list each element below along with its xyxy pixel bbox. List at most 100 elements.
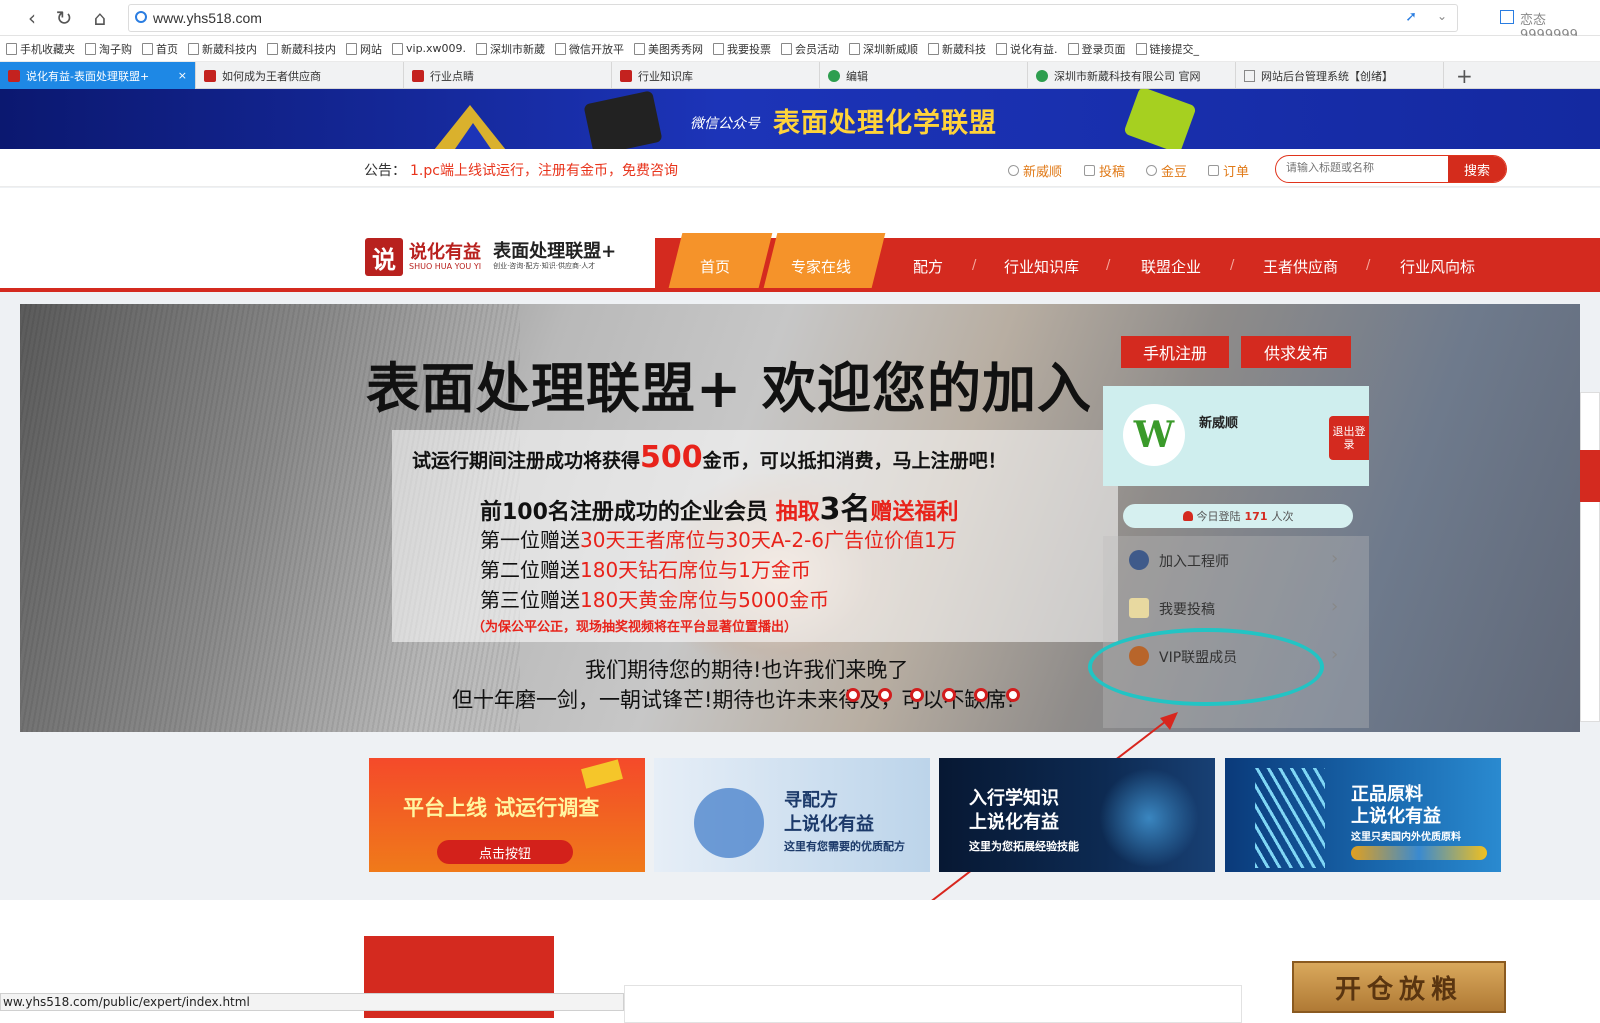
bookmark-label: 微信开放平 xyxy=(569,42,625,56)
promo-line-2c: 3名 xyxy=(819,492,871,527)
triangle-inner-decoration xyxy=(455,123,491,149)
tab-3[interactable]: 行业点睛 xyxy=(404,62,612,89)
bookmark-label: 会员活动 xyxy=(795,42,840,56)
side-float-highlight[interactable] xyxy=(1580,450,1600,502)
bookmark-icon xyxy=(781,42,793,55)
mobile-register-button[interactable]: 手机注册 xyxy=(1121,336,1229,368)
bookmark-item[interactable]: 新葳科技内 xyxy=(267,41,336,57)
tab-label: 深圳市新葳科技有限公司 官网 xyxy=(1054,69,1201,83)
nav-formula[interactable]: 配方 xyxy=(913,256,943,277)
top-banner[interactable]: 微信公众号 表面处理化学联盟 xyxy=(0,89,1600,149)
bookmark-item[interactable]: 网站 xyxy=(346,41,382,57)
ad-materials-line3: 这里只卖国内外优质原料 xyxy=(1351,832,1461,843)
address-bar: ‹ ↻ ⌂ www.yhs518.com ➚ ⌄ 恋态9999999 xyxy=(0,0,1600,43)
bookmark-label: 新葳科技内 xyxy=(281,42,336,56)
nav-companies[interactable]: 联盟企业 xyxy=(1141,256,1201,277)
tab-4[interactable]: 行业知识库 xyxy=(612,62,820,89)
search-box: 搜索 xyxy=(1275,155,1507,183)
bookmark-item[interactable]: 会员活动 xyxy=(781,41,839,57)
coin-link[interactable]: 金豆 xyxy=(1146,161,1187,180)
submit-link[interactable]: 投稿 xyxy=(1084,161,1125,180)
bookmark-item[interactable]: 淘子购 xyxy=(85,41,132,57)
site-favicon-icon xyxy=(8,69,20,82)
nav-expert-online[interactable]: 专家在线 xyxy=(791,256,851,277)
search-button[interactable]: 搜索 xyxy=(1448,156,1506,182)
bookmark-item[interactable]: 新葳科技内 xyxy=(188,41,257,57)
bookmark-item[interactable]: 深圳新威顺 xyxy=(849,41,918,57)
tab-label: 行业知识库 xyxy=(638,69,693,83)
promo-line-3a: 第一位赠送 xyxy=(480,528,580,552)
ad-formula[interactable]: 寻配方 上说化有益 这里有您需要的优质配方 xyxy=(654,758,930,872)
promo-line-2a: 前100名注册成功的企业会员 xyxy=(480,500,776,525)
promo-line-4b: 180天钻石席位与1万金币 xyxy=(580,558,811,582)
bookmark-item[interactable]: vip.xw009. xyxy=(392,42,466,55)
bookmark-label: 手机收藏夹 xyxy=(20,42,75,56)
publish-demand-button[interactable]: 供求发布 xyxy=(1241,336,1351,368)
user-link-label: 新威顺 xyxy=(1023,165,1063,180)
chevron-right-icon: › xyxy=(1331,644,1339,665)
avatar[interactable]: W xyxy=(1123,404,1185,466)
user-link[interactable]: 新威顺 xyxy=(1008,161,1062,180)
join-engineer-link[interactable]: 加入工程师 xyxy=(1159,551,1229,571)
tab-6[interactable]: 深圳市新葳科技有限公司 官网 xyxy=(1028,62,1236,89)
ad-materials[interactable]: 正品原料 上说化有益 这里只卖国内外优质原料 xyxy=(1225,758,1501,872)
tab-5[interactable]: 编辑 xyxy=(820,62,1028,89)
bookmark-item[interactable]: 手机收藏夹 xyxy=(6,41,75,57)
submit-link-label: 投稿 xyxy=(1099,165,1126,180)
kaicang-banner[interactable]: 开仓放粮 xyxy=(1292,961,1506,1013)
order-link[interactable]: 订单 xyxy=(1208,161,1249,180)
side-float-bar[interactable] xyxy=(1580,392,1600,722)
username[interactable]: 新威顺 xyxy=(1199,412,1238,431)
refresh-icon[interactable]: ↻ xyxy=(52,6,76,30)
home-icon[interactable]: ⌂ xyxy=(88,6,112,30)
slide-dot-1[interactable] xyxy=(846,688,860,702)
ad-survey[interactable]: 平台上线 试运行调查 点击按钮 xyxy=(369,758,645,872)
bookmark-item[interactable]: 美图秀秀网 xyxy=(634,41,703,57)
order-icon xyxy=(1208,165,1219,176)
bookmark-item[interactable]: 新葳科技 xyxy=(928,41,986,57)
bookmark-item[interactable]: 登录页面 xyxy=(1067,41,1126,57)
bookmark-label: 深圳新威顺 xyxy=(863,42,919,56)
promo-line-1a: 试运行期间注册成功将获得 xyxy=(412,450,641,472)
bookmark-item[interactable]: 深圳市新葳 xyxy=(476,41,545,57)
logo-name: 说化有益 xyxy=(409,241,481,263)
bookmark-icon xyxy=(634,42,646,55)
bookmark-icon xyxy=(142,42,153,55)
slide-dot-2[interactable] xyxy=(878,688,892,702)
search-input[interactable] xyxy=(1286,162,1446,174)
url-field[interactable]: www.yhs518.com ➚ ⌄ xyxy=(128,4,1458,32)
nav-separator: / xyxy=(972,258,977,273)
notice-label: 公告： xyxy=(364,163,406,179)
tab-1[interactable]: 说化有益-表面处理联盟+ × xyxy=(0,62,196,89)
nav-suppliers[interactable]: 王者供应商 xyxy=(1263,256,1338,277)
ad-knowledge[interactable]: 入行学知识 上说化有益 这里为您拓展经验技能 xyxy=(939,758,1215,872)
new-tab-icon[interactable]: + xyxy=(1456,64,1473,88)
tab-2[interactable]: 如何成为王者供应商 xyxy=(196,62,404,89)
ad-formula-line1: 寻配方 xyxy=(784,790,838,811)
back-icon[interactable]: ‹ xyxy=(20,6,44,30)
bookmark-item[interactable]: 我要投票 xyxy=(713,41,771,57)
logout-button[interactable]: 退出登录 xyxy=(1329,416,1369,460)
notice-text[interactable]: 1.pc端上线试运行，注册有金币，免费咨询 xyxy=(410,160,678,180)
bookmark-item[interactable]: 首页 xyxy=(142,41,178,57)
nav-trends[interactable]: 行业风向标 xyxy=(1400,256,1475,277)
site-logo[interactable]: 说 说化有益 SHUO HUA YOU YI 表面处理联盟+ 创业·咨询·配方·… xyxy=(365,238,616,276)
bookmark-item[interactable]: 微信开放平 xyxy=(555,41,624,57)
bookmark-item[interactable]: 链接提交_ xyxy=(1135,41,1199,57)
bookmark-label: 美图秀秀网 xyxy=(648,42,704,56)
content-card xyxy=(624,985,1242,1023)
bookmark-icon xyxy=(1135,42,1147,55)
tab-7[interactable]: 网站后台管理系统【创绪】 xyxy=(1236,62,1444,89)
ad-knowledge-line3: 这里为您拓展经验技能 xyxy=(969,840,1079,853)
ad-survey-button[interactable]: 点击按钮 xyxy=(437,840,573,864)
promo-line-2d: 赠送福利 xyxy=(870,500,959,525)
submit-article-link[interactable]: 我要投稿 xyxy=(1159,599,1215,619)
arrow-head xyxy=(1160,712,1178,730)
nav-home[interactable]: 首页 xyxy=(700,256,730,277)
nav-knowledge[interactable]: 行业知识库 xyxy=(1004,256,1079,277)
coin-link-label: 金豆 xyxy=(1161,165,1188,180)
close-icon[interactable]: × xyxy=(178,69,187,82)
rocket-icon[interactable]: ➚ xyxy=(1405,9,1417,25)
chevron-down-icon[interactable]: ⌄ xyxy=(1437,9,1447,23)
bookmark-item[interactable]: 说化有益. xyxy=(996,41,1058,57)
